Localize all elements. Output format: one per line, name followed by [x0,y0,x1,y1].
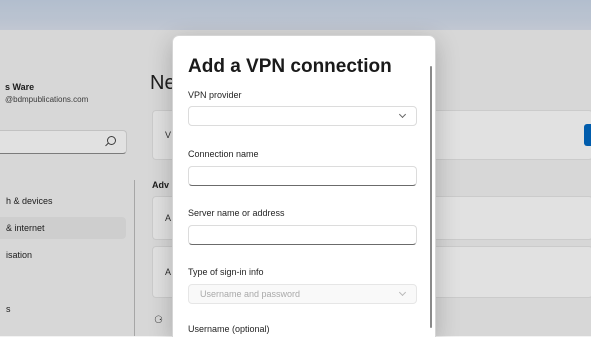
help-icon[interactable]: ⚆ [154,315,163,326]
sidebar-divider [134,180,135,336]
card-label: A [165,267,172,277]
add-vpn-dialog: Add a VPN connection VPN provider Connec… [172,35,436,337]
username-label: Username (optional) [188,324,270,334]
sign-in-type-value: Username and password [200,289,301,299]
sidebar-item-network-internet[interactable]: & internet [0,217,126,239]
sidebar-item-other[interactable]: s [0,298,126,320]
chevron-down-icon [398,288,407,297]
dialog-title: Add a VPN connection [188,56,392,77]
settings-search-input[interactable] [0,130,127,154]
search-icon [107,136,116,145]
advanced-section-heading: Adv [152,180,170,190]
user-email: @bdmpublications.com [5,95,89,104]
dialog-scrollbar[interactable] [430,66,432,328]
sidebar-item-label: s [6,304,11,314]
server-address-label: Server name or address [188,208,285,218]
add-vpn-button[interactable] [584,124,591,146]
sign-in-type-label: Type of sign-in info [188,267,264,277]
sidebar-item-label: h & devices [6,196,53,206]
sidebar-item-bluetooth-devices[interactable]: h & devices [0,190,126,212]
sidebar-item-personalisation[interactable]: isation [0,244,126,266]
card-label: V [165,130,172,140]
card-label: A [165,213,172,223]
title-bar [0,0,591,30]
sidebar-item-label: isation [6,250,33,260]
server-address-input[interactable] [188,225,417,245]
vpn-provider-label: VPN provider [188,90,242,100]
sidebar-item-label: & internet [6,223,45,233]
connection-name-label: Connection name [188,149,259,159]
connection-name-input[interactable] [188,166,417,186]
vpn-provider-select[interactable] [188,106,417,126]
chevron-down-icon [398,110,407,119]
user-name: s Ware [5,82,35,92]
sign-in-type-select[interactable]: Username and password [188,284,417,304]
